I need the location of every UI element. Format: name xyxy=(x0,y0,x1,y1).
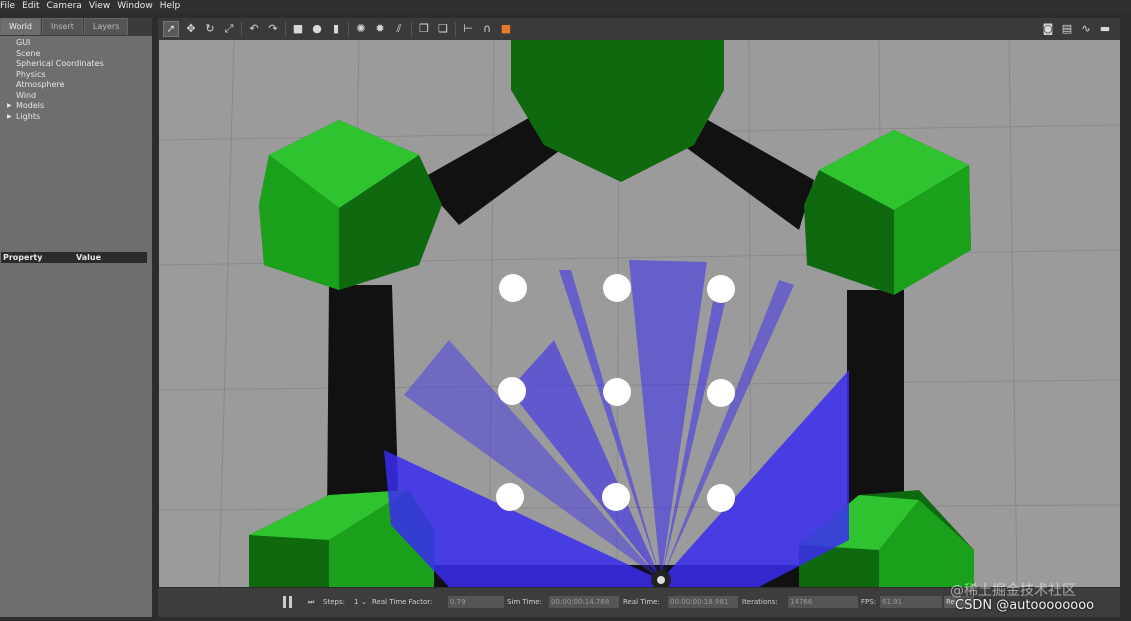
toolbar-divider xyxy=(348,22,349,36)
directional-light-icon[interactable]: ⫽ xyxy=(392,22,406,36)
tree-item-label: Models xyxy=(16,101,45,110)
step-icon[interactable]: ⏭ xyxy=(308,598,314,607)
menu-camera[interactable]: Camera xyxy=(47,1,82,11)
cylinder xyxy=(603,378,631,406)
chevron-down-icon[interactable]: ⌄ xyxy=(361,598,367,606)
rtf-label: Real Time Factor: xyxy=(372,598,433,606)
fps-field: 61.91 xyxy=(880,596,942,608)
cylinder xyxy=(602,483,630,511)
plot-icon[interactable]: ∿ xyxy=(1079,22,1093,36)
toolbar-divider xyxy=(285,22,286,36)
tree-item-physics[interactable]: Physics xyxy=(0,70,152,81)
menu-window[interactable]: Window xyxy=(117,1,153,11)
left-panel-tabs: World Insert Layers xyxy=(0,18,129,36)
tree-item-label: Physics xyxy=(16,69,46,79)
left-panel: World Insert Layers GUI Scene Spherical … xyxy=(0,18,152,617)
toolbar-divider xyxy=(455,22,456,36)
cylinder xyxy=(499,274,527,302)
laser-scan xyxy=(384,260,849,587)
video-icon[interactable]: ▬ xyxy=(1098,22,1112,36)
iterations-label: Iterations: xyxy=(742,598,778,606)
expand-arrow-icon[interactable]: ▶ xyxy=(7,101,12,112)
cylinder-icon[interactable]: ▮ xyxy=(329,22,343,36)
right-panel-edge[interactable] xyxy=(1121,18,1131,617)
sim-time-field: 00:00:00:14.768 xyxy=(549,596,619,608)
property-column-header: Property xyxy=(3,253,43,262)
tree-item-atmosphere[interactable]: Atmosphere xyxy=(0,80,152,91)
wall-right xyxy=(847,290,904,510)
menu-edit[interactable]: Edit xyxy=(22,1,39,11)
tree-item-models[interactable]: ▶ Models xyxy=(0,101,152,112)
change-view-icon[interactable]: ■ xyxy=(499,22,513,36)
point-light-icon[interactable]: ✺ xyxy=(354,22,368,36)
tree-item-scene[interactable]: Scene xyxy=(0,49,152,60)
cylinder xyxy=(498,377,526,405)
sim-time-label: Sim Time: xyxy=(507,598,542,606)
property-panel: Property Value xyxy=(0,246,152,617)
spot-light-icon[interactable]: ✹ xyxy=(373,22,387,36)
paste-icon[interactable]: ❏ xyxy=(436,22,450,36)
log-icon[interactable]: ▤ xyxy=(1060,22,1074,36)
cylinder xyxy=(603,274,631,302)
value-column-header: Value xyxy=(76,253,102,262)
cylinder xyxy=(707,275,735,303)
tree-item-label: Scene xyxy=(16,48,41,58)
obstacle-right-top xyxy=(804,130,971,295)
obstacle-left-top xyxy=(259,120,442,290)
cylinder xyxy=(707,379,735,407)
tab-insert[interactable]: Insert xyxy=(41,18,83,35)
world-tree: GUI Scene Spherical Coordinates Physics … xyxy=(0,36,152,248)
toolbar: ➚ ✥ ↻ ⤢ ↶ ↷ ■ ● ▮ ✺ ✹ ⫽ ❐ ❏ ⊢ ∩ ■ ◙ ▤ ∿ … xyxy=(158,18,1120,40)
scale-icon[interactable]: ⤢ xyxy=(222,22,236,36)
tree-item-label: Lights xyxy=(16,111,41,121)
pause-icon[interactable] xyxy=(283,596,293,608)
real-time-label: Real Time: xyxy=(623,598,660,606)
tree-item-lights[interactable]: ▶ Lights xyxy=(0,112,152,123)
watermark-csdn: CSDN @autoooooooo xyxy=(955,598,1095,613)
toolbar-divider xyxy=(241,22,242,36)
panel-splitter[interactable] xyxy=(153,18,158,617)
screenshot-icon[interactable]: ◙ xyxy=(1041,22,1055,36)
menu-view[interactable]: View xyxy=(89,1,110,11)
tree-item-gui[interactable]: GUI xyxy=(0,38,152,49)
steps-label: Steps: xyxy=(323,598,345,606)
undo-icon[interactable]: ↶ xyxy=(247,22,261,36)
rtf-field: 0.79 xyxy=(448,596,504,608)
watermark-juejin: @稀土掘金技术社区 xyxy=(950,583,1076,599)
align-icon[interactable]: ⊢ xyxy=(461,22,475,36)
tree-item-label: GUI xyxy=(16,38,31,47)
tree-item-label: Atmosphere xyxy=(16,80,65,89)
tab-layers[interactable]: Layers xyxy=(83,18,129,35)
snap-icon[interactable]: ∩ xyxy=(480,22,494,36)
menu-file[interactable]: File xyxy=(0,1,15,11)
expand-arrow-icon[interactable]: ▶ xyxy=(7,112,12,123)
tab-world[interactable]: World xyxy=(0,18,41,35)
box-icon[interactable]: ■ xyxy=(291,22,305,36)
property-header: Property Value xyxy=(1,252,147,263)
sphere-icon[interactable]: ● xyxy=(310,22,324,36)
cylinder xyxy=(707,484,735,512)
fps-label: FPS: xyxy=(861,598,877,606)
toolbar-right-group: ◙ ▤ ∿ ▬ xyxy=(1036,22,1112,36)
toolbar-divider xyxy=(411,22,412,36)
steps-value[interactable]: 1 xyxy=(354,598,358,606)
redo-icon[interactable]: ↷ xyxy=(266,22,280,36)
copy-icon[interactable]: ❐ xyxy=(417,22,431,36)
cylinder xyxy=(496,483,524,511)
real-time-field: 00:00:00:18.981 xyxy=(668,596,738,608)
iterations-field: 14766 xyxy=(788,596,858,608)
select-icon[interactable]: ➚ xyxy=(163,21,179,37)
scene-render xyxy=(159,40,1120,587)
tree-item-label: Wind xyxy=(16,90,37,100)
menu-bar: File Edit Camera View Window Help xyxy=(0,0,1131,12)
tree-item-wind[interactable]: Wind xyxy=(0,91,152,102)
menu-help[interactable]: Help xyxy=(160,1,181,11)
tree-item-label: Spherical Coordinates xyxy=(16,59,104,68)
tree-item-spherical-coordinates[interactable]: Spherical Coordinates xyxy=(0,59,152,70)
scene-viewport[interactable] xyxy=(159,40,1120,587)
rotate-icon[interactable]: ↻ xyxy=(203,22,217,36)
translate-icon[interactable]: ✥ xyxy=(184,22,198,36)
